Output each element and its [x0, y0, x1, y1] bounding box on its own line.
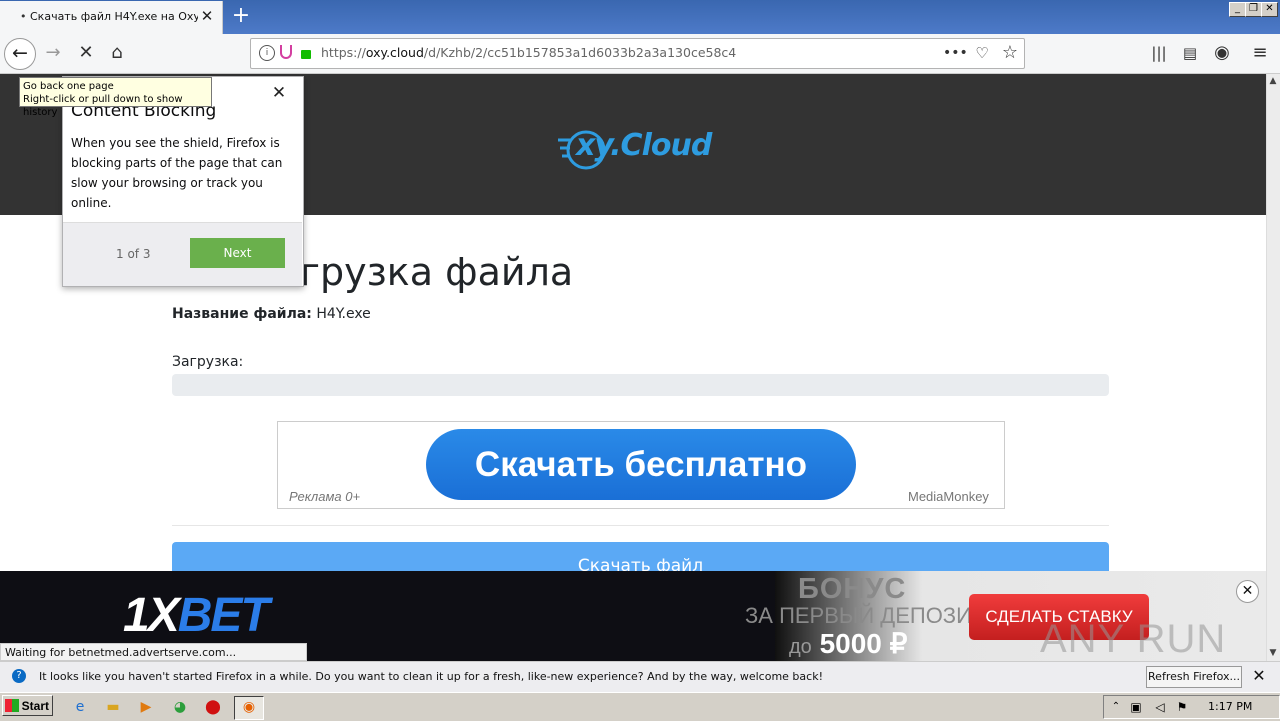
account-icon[interactable]: ◉	[1211, 42, 1233, 64]
tab-title: Скачать файл H4Y.exe на Oxy.C	[30, 10, 198, 23]
bonus-value: 5000 ₽	[819, 628, 908, 659]
bet-logo[interactable]: 1XBET	[123, 588, 270, 643]
sidebar-icon[interactable]: ▤	[1179, 42, 1201, 64]
logo-text: xy.Cloud	[576, 128, 712, 163]
shield-icon[interactable]	[280, 45, 292, 59]
url-text[interactable]: https://oxy.cloud/d/Kzhb/2/cc51b157853a1…	[321, 45, 736, 60]
ad-download-button[interactable]: Скачать бесплатно	[426, 429, 856, 500]
filename-label: Название файла:	[172, 306, 312, 322]
chrome-icon[interactable]: ◕	[170, 697, 190, 717]
tab-loading-indicator: •	[20, 10, 27, 23]
home-button[interactable]: ⌂	[106, 42, 128, 64]
menu-icon[interactable]: ≡	[1249, 42, 1271, 64]
close-window-button[interactable]: ✕	[1261, 2, 1278, 17]
download-progress-bar	[172, 374, 1109, 396]
restore-button[interactable]: ❐	[1245, 2, 1262, 17]
divider	[172, 525, 1109, 526]
firefox-taskbar-icon[interactable]: ◉	[234, 696, 264, 720]
ad-sponsor: MediaMonkey	[908, 489, 989, 504]
pocket-icon[interactable]: ♡	[971, 42, 993, 64]
tray-expand-icon[interactable]: ⌃	[1106, 697, 1126, 717]
bonus-prefix: до	[789, 636, 812, 658]
volume-icon[interactable]: ◁	[1150, 697, 1170, 717]
watermark: ANY RUN	[1040, 617, 1227, 661]
forward-button[interactable]: →	[42, 42, 64, 64]
network-icon[interactable]: ▣	[1126, 697, 1146, 717]
popup-page-indicator: 1 of 3	[116, 247, 151, 261]
bet-logo-number: 1X	[123, 589, 180, 642]
ad-close-icon[interactable]: ✕	[1236, 580, 1259, 603]
notification-text: It looks like you haven't started Firefo…	[39, 670, 823, 683]
flag-icon[interactable]: ⚑	[1172, 697, 1192, 717]
tooltip-line-1: Go back one page	[23, 81, 114, 92]
folder-icon[interactable]: ▬	[103, 697, 123, 717]
bet-logo-word: BET	[177, 589, 270, 642]
download-progress-label: Загрузка:	[172, 354, 244, 370]
status-text: Waiting for betnetmed.advertserve.com...	[0, 643, 307, 661]
back-button[interactable]: ←	[4, 38, 36, 70]
filename-value: H4Y.exe	[316, 306, 371, 322]
popup-body: When you see the shield, Firefox is bloc…	[71, 136, 283, 210]
tab-close-icon[interactable]: ✕	[198, 7, 216, 25]
popup-next-button[interactable]: Next	[190, 238, 285, 268]
vertical-scrollbar[interactable]	[1266, 74, 1280, 661]
tooltip-line-2: Right-click or pull down to show history	[23, 94, 183, 118]
library-icon[interactable]: |||	[1148, 42, 1170, 64]
popup-close-icon[interactable]: ✕	[270, 84, 288, 102]
back-tooltip: Go back one page Right-click or pull dow…	[19, 77, 212, 118]
refresh-firefox-button[interactable]: Refresh Firefox...	[1146, 666, 1242, 688]
page-title: грузка файла	[300, 250, 574, 294]
bonus-subheading: ЗА ПЕРВЫЙ ДЕПОЗИТ	[745, 603, 986, 628]
bookmark-star-icon[interactable]: ☆	[999, 42, 1021, 64]
security-app-icon[interactable]: ⬤	[203, 697, 223, 717]
scroll-down-icon[interactable]: ▼	[1266, 646, 1280, 660]
info-icon[interactable]: i	[259, 45, 275, 61]
windows-flag-icon	[5, 699, 19, 712]
scroll-up-icon[interactable]: ▲	[1266, 74, 1280, 88]
site-logo[interactable]: xy.Cloud	[556, 126, 712, 170]
page-actions-icon[interactable]: •••	[943, 42, 968, 64]
minimize-button[interactable]: _	[1229, 2, 1246, 17]
bonus-amount: до 5000 ₽	[789, 627, 907, 660]
bonus-heading: БОНУС	[798, 573, 907, 605]
media-player-icon[interactable]: ▶	[136, 697, 156, 717]
ie-icon[interactable]: e	[70, 697, 90, 717]
filename-row: Название файла: H4Y.exe	[172, 306, 371, 322]
stop-button[interactable]: ✕	[75, 42, 97, 64]
question-icon: ?	[12, 669, 26, 683]
taskbar	[0, 692, 1280, 721]
clock: 1:17 PM	[1208, 700, 1253, 713]
lock-icon	[301, 50, 311, 59]
notification-close-icon[interactable]: ✕	[1250, 666, 1268, 686]
ad-label: Реклама 0+	[289, 489, 361, 504]
new-tab-button[interactable]: +	[229, 4, 253, 28]
